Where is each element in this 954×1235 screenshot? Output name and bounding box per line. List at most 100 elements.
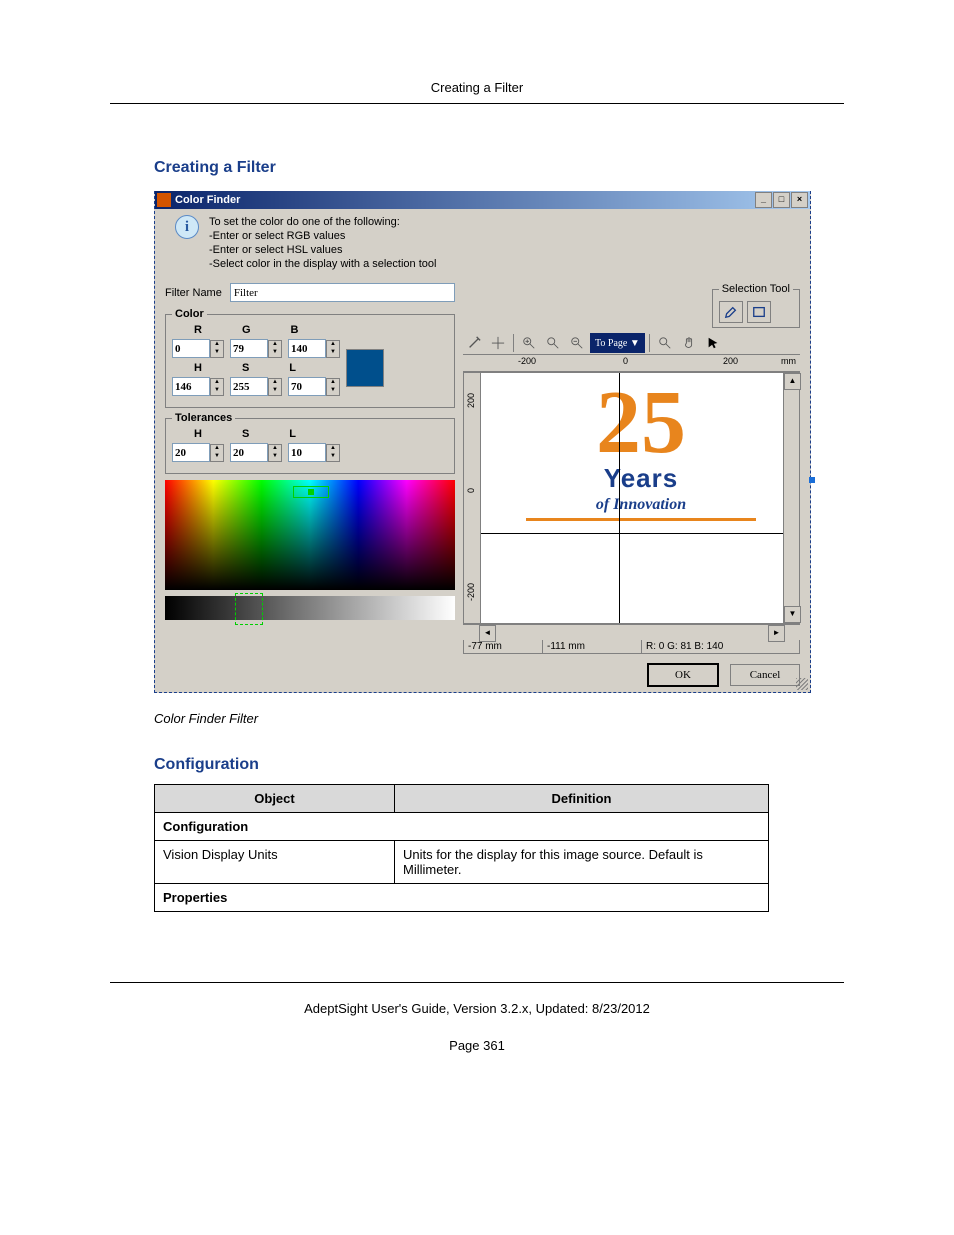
zoom-icon[interactable] xyxy=(654,332,676,354)
label-r: R xyxy=(194,324,202,336)
luminance-marker[interactable] xyxy=(235,593,263,625)
info-text: To set the color do one of the following… xyxy=(209,215,436,271)
group-selection-tool: Selection Tool xyxy=(712,283,800,328)
crosshair-icon[interactable] xyxy=(487,332,509,354)
running-header: Creating a Filter xyxy=(110,80,844,95)
status-x: -77 mm xyxy=(464,640,543,653)
titlebar[interactable]: Color Finder _ □ × xyxy=(155,191,810,209)
label-tol-l: L xyxy=(289,428,296,440)
app-icon xyxy=(157,193,171,207)
zoom-in-icon[interactable] xyxy=(518,332,540,354)
filter-name-input[interactable] xyxy=(230,283,455,302)
label-tol-s: S xyxy=(242,428,249,440)
maximize-button[interactable]: □ xyxy=(773,192,790,208)
scroll-up-button[interactable]: ▲ xyxy=(784,373,801,390)
ruler-tick: 200 xyxy=(466,393,476,408)
group-color: Color R G B ▲▼ ▲▼ ▲▼ xyxy=(165,308,455,408)
label-s: S xyxy=(242,362,249,374)
to-page-dropdown[interactable]: To Page ▼ xyxy=(590,333,645,353)
status-y: -111 mm xyxy=(543,640,642,653)
status-bar: -77 mm -111 mm R: 0 G: 81 B: 140 xyxy=(463,640,800,654)
configuration-table: Object Definition Configuration Vision D… xyxy=(154,784,769,912)
wand-icon[interactable] xyxy=(463,332,485,354)
hue-saturation-picker[interactable] xyxy=(165,480,455,590)
spinner-s[interactable]: ▲▼ xyxy=(268,378,282,396)
scrollbar-vertical[interactable]: ▲ ▼ xyxy=(783,373,799,623)
info-line: -Select color in the display with a sele… xyxy=(209,257,436,271)
label-g: G xyxy=(242,324,251,336)
ruler-horizontal: -200 0 200 mm xyxy=(463,354,800,372)
label-tol-h: H xyxy=(194,428,202,440)
label-b: B xyxy=(291,324,299,336)
ruler-vertical: 200 0 -200 xyxy=(464,373,481,623)
spinner-g[interactable]: ▲▼ xyxy=(268,340,282,358)
luminance-picker[interactable] xyxy=(165,596,455,620)
footer-rule xyxy=(110,982,844,983)
ruler-tick: 0 xyxy=(623,356,628,366)
spinner-h[interactable]: ▲▼ xyxy=(210,378,224,396)
close-button[interactable]: × xyxy=(791,192,808,208)
image-canvas-wrap: 200 0 -200 25 Years of Innovation xyxy=(463,372,800,624)
input-r[interactable] xyxy=(172,339,210,358)
minimize-button[interactable]: _ xyxy=(755,192,772,208)
section-properties: Properties xyxy=(155,884,769,912)
logo-innovation: of Innovation xyxy=(526,496,756,514)
input-b[interactable] xyxy=(288,339,326,358)
header-rule xyxy=(110,103,844,104)
logo-years: Years xyxy=(526,463,756,494)
scrollbar-horizontal[interactable]: ◄ ► xyxy=(463,624,800,640)
image-toolbar: To Page ▼ xyxy=(463,332,800,354)
info-line: -Enter or select RGB values xyxy=(209,229,436,243)
group-color-legend: Color xyxy=(172,308,207,320)
status-rgb: R: 0 G: 81 B: 140 xyxy=(642,640,799,653)
spinner-tol-l[interactable]: ▲▼ xyxy=(326,444,340,462)
page-number: Page 361 xyxy=(110,1038,844,1053)
hue-marker[interactable] xyxy=(293,486,329,498)
eyedropper-tool-button[interactable] xyxy=(719,301,743,323)
cancel-button[interactable]: Cancel xyxy=(730,664,800,686)
label-l: L xyxy=(289,362,296,374)
resize-grip[interactable] xyxy=(796,678,808,690)
crosshair-horizontal xyxy=(481,533,783,534)
logo-bar xyxy=(526,518,756,521)
section-heading-creating-filter: Creating a Filter xyxy=(154,159,844,177)
spinner-tol-h[interactable]: ▲▼ xyxy=(210,444,224,462)
pointer-icon[interactable] xyxy=(702,332,724,354)
ruler-tick: -200 xyxy=(466,583,476,601)
input-h[interactable] xyxy=(172,377,210,396)
sample-image: 25 Years of Innovation xyxy=(526,383,756,521)
input-tol-h[interactable] xyxy=(172,443,210,462)
input-l[interactable] xyxy=(288,377,326,396)
th-definition: Definition xyxy=(395,785,769,813)
ruler-tick: 0 xyxy=(466,488,476,493)
window-title: Color Finder xyxy=(175,194,755,206)
info-icon: i xyxy=(175,215,199,239)
section-heading-configuration: Configuration xyxy=(154,756,844,774)
spinner-b[interactable]: ▲▼ xyxy=(326,340,340,358)
label-h: H xyxy=(194,362,202,374)
section-configuration: Configuration xyxy=(155,813,769,841)
rectangle-tool-button[interactable] xyxy=(747,301,771,323)
spinner-tol-s[interactable]: ▲▼ xyxy=(268,444,282,462)
spinner-l[interactable]: ▲▼ xyxy=(326,378,340,396)
input-tol-s[interactable] xyxy=(230,443,268,462)
input-tol-l[interactable] xyxy=(288,443,326,462)
footer-text: AdeptSight User's Guide, Version 3.2.x, … xyxy=(110,1001,844,1016)
ok-button[interactable]: OK xyxy=(648,664,718,686)
group-tolerances-legend: Tolerances xyxy=(172,412,235,424)
input-g[interactable] xyxy=(230,339,268,358)
hand-icon[interactable] xyxy=(678,332,700,354)
screenshot-color-finder: Color Finder _ □ × i To set the color do… xyxy=(154,191,811,693)
filter-name-label: Filter Name xyxy=(165,287,222,299)
spinner-r[interactable]: ▲▼ xyxy=(210,340,224,358)
zoom-out-icon[interactable] xyxy=(566,332,588,354)
input-s[interactable] xyxy=(230,377,268,396)
ruler-tick: 200 xyxy=(723,356,738,366)
zoom-100-icon[interactable] xyxy=(542,332,564,354)
cell-object: Vision Display Units xyxy=(155,841,395,884)
group-selection-tool-legend: Selection Tool xyxy=(719,283,793,295)
scroll-down-button[interactable]: ▼ xyxy=(784,606,801,623)
image-canvas[interactable]: 25 Years of Innovation xyxy=(481,373,783,623)
selection-handle-icon xyxy=(809,477,815,483)
group-tolerances: Tolerances H S L ▲▼ ▲▼ ▲▼ xyxy=(165,412,455,474)
